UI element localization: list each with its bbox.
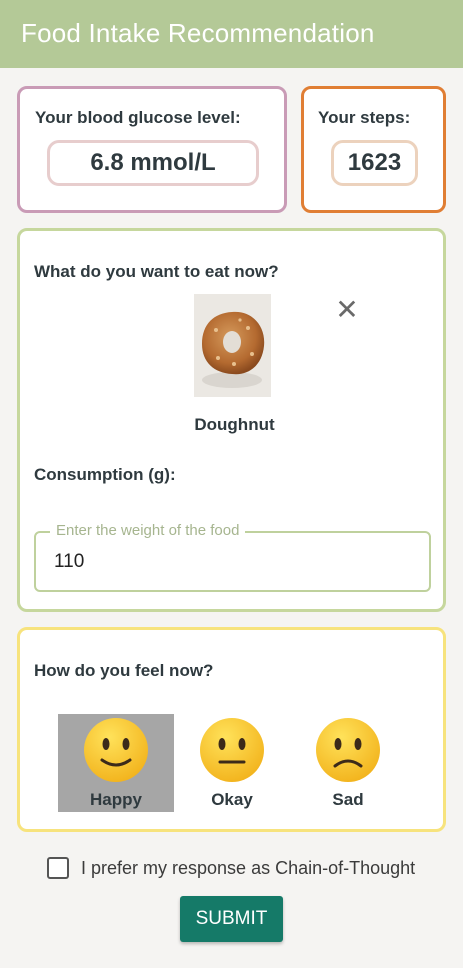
slightly-frowning-face-icon[interactable] xyxy=(314,716,382,784)
food-question: What do you want to eat now? xyxy=(34,262,279,281)
mood-label-sad: Sad xyxy=(332,790,364,809)
submit-button[interactable]: SUBMIT xyxy=(180,896,283,942)
steps-label: Your steps: xyxy=(318,108,411,127)
weight-field[interactable]: Enter the weight of the food xyxy=(34,522,431,592)
cot-checkbox[interactable] xyxy=(47,857,69,879)
mood-question: How do you feel now? xyxy=(34,661,214,680)
close-icon[interactable]: ✕ xyxy=(335,296,358,324)
mood-label-happy: Happy xyxy=(90,790,142,809)
glucose-card: Your blood glucose level: 6.8 mmol/L xyxy=(17,86,287,213)
glucose-label: Your blood glucose level: xyxy=(35,108,241,127)
app-header: Food Intake Recommendation xyxy=(0,0,463,68)
steps-value: 1623 xyxy=(331,140,418,186)
doughnut-icon xyxy=(194,294,271,397)
mood-option-sad[interactable]: Sad xyxy=(290,714,406,812)
doughnut-photo xyxy=(194,294,271,397)
mood-option-okay[interactable]: Okay xyxy=(174,714,290,812)
slightly-smiling-face-icon[interactable] xyxy=(82,716,150,784)
mood-card: How do you feel now? Happy Okay Sad xyxy=(17,627,446,832)
app-title: Food Intake Recommendation xyxy=(21,18,375,48)
neutral-face-icon[interactable] xyxy=(198,716,266,784)
consumption-label: Consumption (g): xyxy=(34,465,176,484)
steps-card: Your steps: 1623 xyxy=(301,86,446,213)
glucose-value: 6.8 mmol/L xyxy=(47,140,259,186)
remove-food-button[interactable]: ✕ xyxy=(334,296,360,324)
weight-input[interactable] xyxy=(54,547,414,577)
food-name: Doughnut xyxy=(194,415,275,434)
mood-option-happy[interactable]: Happy xyxy=(58,714,174,812)
cot-label[interactable]: I prefer my response as Chain-of-Thought xyxy=(81,858,415,879)
food-card: What do you want to eat now? ✕ Doughnut … xyxy=(17,228,446,612)
cot-checkbox-row[interactable]: I prefer my response as Chain-of-Thought xyxy=(47,856,415,880)
weight-field-label: Enter the weight of the food xyxy=(50,522,246,539)
mood-label-okay: Okay xyxy=(211,790,253,809)
